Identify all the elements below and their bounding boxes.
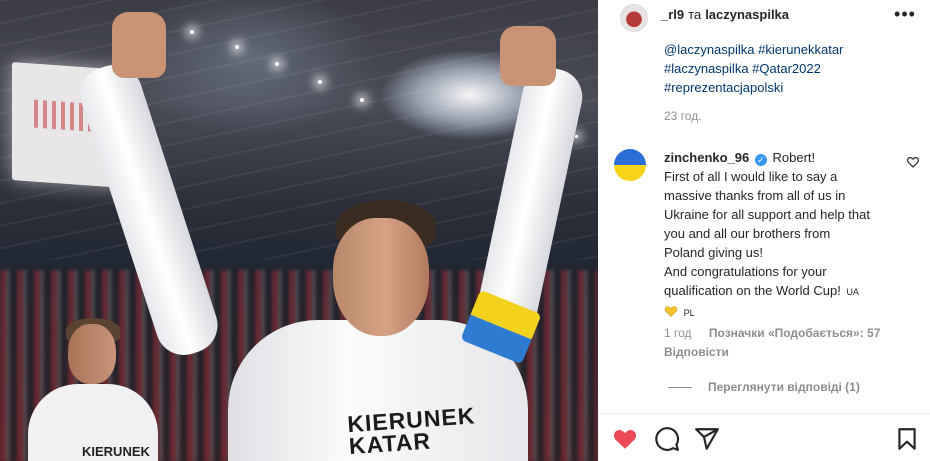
verified-badge-icon: ✓ <box>754 154 767 166</box>
background-shirt-text: KIERUNEK <box>82 444 150 459</box>
author-joiner: та <box>688 7 702 22</box>
left-fist <box>112 12 166 78</box>
commenter-avatar[interactable] <box>614 149 646 181</box>
comment-line: massive thanks from all of us in <box>664 188 846 203</box>
comment-meta: 1 год Позначки «Подобається»: 57 <box>664 326 894 340</box>
player-head <box>333 218 429 336</box>
view-replies-button[interactable]: Переглянути відповіді (1) <box>668 380 860 394</box>
caption-line[interactable]: @laczynaspilka #kierunekkatar <box>664 40 843 59</box>
replies-dash <box>668 387 692 389</box>
post-authors: _rl9 та laczynaspilka <box>661 7 789 22</box>
more-horizontal-icon[interactable]: ••• <box>894 5 916 25</box>
caption-timestamp[interactable]: 23 год. <box>664 109 702 123</box>
comment-line: Robert! <box>772 150 816 165</box>
view-replies-label: Переглянути відповіді (1) <box>708 380 860 394</box>
comment-line: Poland giving us! <box>664 245 764 260</box>
background-player: KIERUNEK <box>28 316 158 461</box>
paper-plane-icon[interactable] <box>694 426 720 452</box>
stadium-light <box>190 30 194 34</box>
post-actions-bar <box>598 414 930 461</box>
bookmark-icon[interactable] <box>894 426 920 452</box>
stadium-light <box>235 45 239 49</box>
comment-line: First of all I would like to say a <box>664 169 838 184</box>
stadium-light <box>318 80 322 84</box>
comment-line: qualification on the World Cup! <box>664 283 841 298</box>
flag-ua-icon: UA <box>846 287 859 297</box>
stadium-light <box>575 135 578 138</box>
comment-timestamp[interactable]: 1 год <box>664 326 692 340</box>
post-caption: @laczynaspilka #kierunekkatar #laczynasp… <box>664 40 843 97</box>
comment-line: And congratulations for your <box>664 264 827 279</box>
flag-pl-icon: PL <box>683 308 695 318</box>
author-username[interactable]: _rl9 <box>661 7 684 22</box>
caption-line[interactable]: #reprezentacjapolski <box>664 78 843 97</box>
post-photo[interactable]: KIERUNEK KIERUNEK KATAR <box>0 0 598 461</box>
heart-filled-icon[interactable] <box>612 426 638 452</box>
stadium-light <box>360 98 364 102</box>
author-avatar[interactable] <box>620 4 648 32</box>
comment-line: you and all our brothers from <box>664 226 831 241</box>
comment-line: Ukraine for all support and help that <box>664 207 870 222</box>
handshake-emoji-icon <box>664 306 678 317</box>
comment-like-heart-icon[interactable] <box>906 155 920 169</box>
comment-likes-count[interactable]: Позначки «Подобається»: 57 <box>709 326 880 340</box>
comment-bubble-icon[interactable] <box>654 426 680 452</box>
commenter-username[interactable]: zinchenko_96 <box>664 150 749 165</box>
collaborator-username[interactable]: laczynaspilka <box>705 7 789 22</box>
comment-body: zinchenko_96 ✓ Robert! First of all I wo… <box>664 148 904 323</box>
reply-button[interactable]: Відповісти <box>664 345 729 359</box>
stadium-light <box>275 62 279 66</box>
caption-line[interactable]: #laczynaspilka #Qatar2022 <box>664 59 843 78</box>
right-fist <box>500 26 556 86</box>
post-side-panel: _rl9 та laczynaspilka ••• @laczynaspilka #… <box>598 0 930 461</box>
post-header: _rl9 та laczynaspilka ••• <box>598 0 930 34</box>
